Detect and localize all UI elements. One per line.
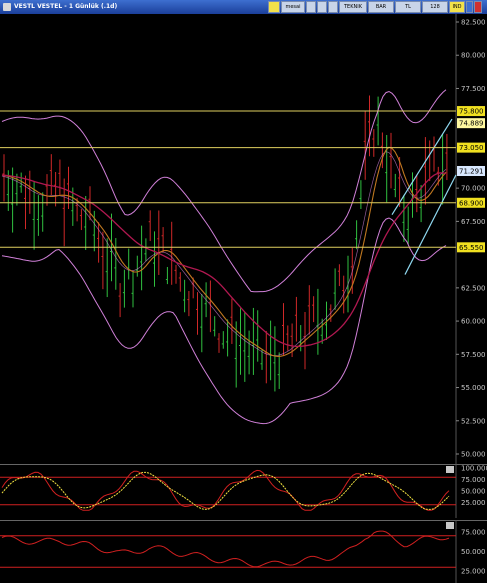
close-icon[interactable]: [474, 1, 482, 13]
rsi-tick-label: 75.000: [461, 528, 486, 536]
window-menu-icon[interactable]: [3, 3, 11, 11]
level-label: 73.050: [459, 144, 484, 152]
rsi-tick-label: 50.000: [461, 548, 486, 556]
price-tick-label: 80.000: [461, 52, 486, 60]
window-title: VESTL VESTEL - 1 Günlük (.1d): [14, 3, 118, 10]
grid-icon[interactable]: [328, 1, 338, 13]
level-label: 65.550: [459, 244, 484, 252]
chart-window: VESTL VESTEL - 1 Günlük (.1d) mesai TEKN…: [0, 0, 487, 583]
rsi-background: [0, 520, 487, 583]
indicator-button[interactable]: IND: [449, 1, 465, 13]
minimize-icon[interactable]: [466, 1, 473, 13]
price-chart[interactable]: 82.500 80.000 77.500 70.000 67.500 62.500 60.0…: [0, 14, 487, 464]
rsi-tick-label: 25.000: [461, 568, 486, 576]
analysis-button[interactable]: TEKNIK: [339, 1, 367, 13]
stochastic-panel[interactable]: 100.000 75.000 50.000 25.000: [0, 464, 487, 518]
session-button[interactable]: mesai: [281, 1, 305, 13]
price-tick-label: 67.500: [461, 218, 486, 226]
wrench-icon[interactable]: [306, 1, 316, 13]
last-price-label: 74.889: [459, 120, 484, 128]
price-tick-label: 77.500: [461, 85, 486, 93]
rsi-settings-icon: [446, 522, 454, 529]
price-tick-label: 55.000: [461, 384, 486, 392]
price-tick-label: 70.000: [461, 185, 486, 193]
chart-toolbar: mesai TEKNIK BAR TL 128 IND: [268, 1, 487, 13]
level-label: 75.800: [459, 108, 484, 116]
price-tick-label: 50.000: [461, 451, 486, 459]
current-price-label: 71.291: [459, 167, 484, 175]
price-tick-label: 57.500: [461, 351, 486, 359]
stochastic-tick-label: 50.000: [461, 488, 486, 496]
chart-background: [0, 14, 487, 464]
bar-type-button[interactable]: BAR: [368, 1, 394, 13]
level-label: 68.900: [459, 199, 484, 207]
price-tick-label: 60.000: [461, 318, 486, 326]
price-tick-label: 52.500: [461, 417, 486, 425]
price-tick-label: 82.500: [461, 19, 486, 27]
chart-icon[interactable]: [268, 1, 280, 13]
currency-button[interactable]: TL: [395, 1, 421, 13]
stochastic-background: [0, 464, 487, 518]
price-tick-label: 62.500: [461, 284, 486, 292]
stochastic-settings-icon: [446, 466, 454, 473]
stochastic-tick-label: 75.000: [461, 476, 486, 484]
title-bar[interactable]: VESTL VESTEL - 1 Günlük (.1d) mesai TEKN…: [0, 0, 487, 14]
pen-icon[interactable]: [317, 1, 327, 13]
stochastic-tick-label: 25.000: [461, 499, 486, 507]
bar-count-button[interactable]: 128: [422, 1, 448, 13]
stochastic-tick-label: 100.000: [461, 465, 487, 473]
rsi-panel[interactable]: 75.000 50.000 25.000: [0, 520, 487, 583]
